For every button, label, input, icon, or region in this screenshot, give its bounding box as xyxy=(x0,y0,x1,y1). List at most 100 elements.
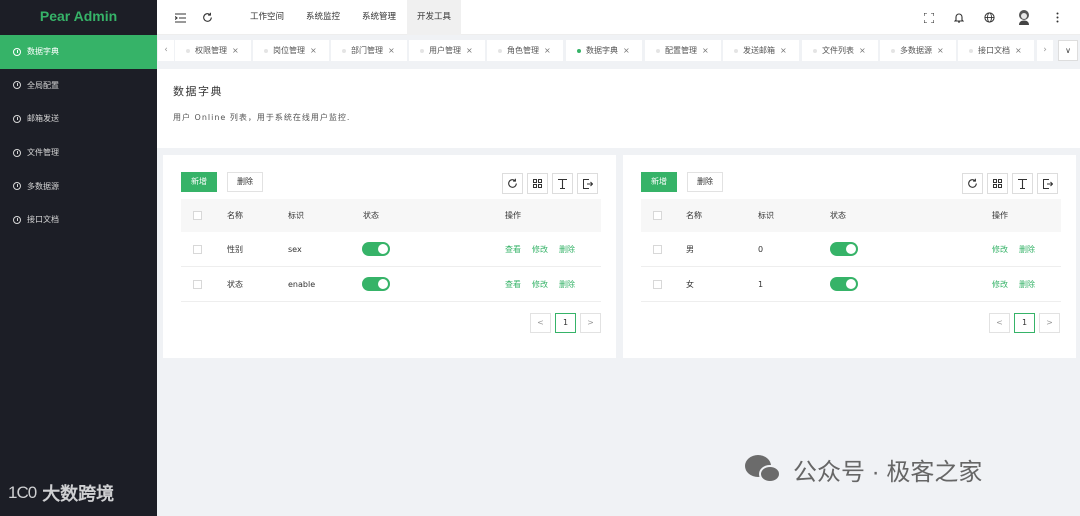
tab-label: 多数据源 xyxy=(900,46,932,55)
globe-icon[interactable] xyxy=(983,11,996,24)
close-icon[interactable]: × xyxy=(232,46,239,55)
tab-prev-button[interactable]: ‹ xyxy=(158,40,174,61)
page-prev-button[interactable]: < xyxy=(989,313,1010,333)
close-icon[interactable]: × xyxy=(1015,46,1022,55)
columns-icon[interactable] xyxy=(527,173,548,194)
table-row: 女 1 修改 删除 xyxy=(641,267,1061,302)
tab-label: 发送邮箱 xyxy=(743,46,775,55)
top-header: 工作空间 系统监控 系统管理 开发工具 xyxy=(157,0,1080,35)
tab-label: 岗位管理 xyxy=(273,46,305,55)
refresh-icon[interactable] xyxy=(201,11,214,24)
tab-role-management[interactable]: 角色管理 × xyxy=(487,40,563,61)
top-tab-dev-tools[interactable]: 开发工具 xyxy=(407,0,462,35)
edit-link[interactable]: 修改 xyxy=(992,279,1008,290)
row-name: 状态 xyxy=(227,279,243,289)
select-all-checkbox[interactable] xyxy=(193,211,202,220)
column-header: 标识 xyxy=(758,211,774,220)
tab-menu-button[interactable]: ∨ xyxy=(1058,40,1078,61)
close-icon[interactable]: × xyxy=(388,46,395,55)
delete-link[interactable]: 删除 xyxy=(1019,279,1035,290)
print-icon[interactable] xyxy=(1012,173,1033,194)
close-icon[interactable]: × xyxy=(780,46,787,55)
sidebar-item-label: 接口文档 xyxy=(27,215,59,225)
sidebar-item-mail-send[interactable]: 邮箱发送 xyxy=(0,102,157,136)
close-icon[interactable]: × xyxy=(544,46,551,55)
avatar[interactable] xyxy=(1016,9,1032,25)
tab-file-list[interactable]: 文件列表 × xyxy=(802,40,878,61)
page-number-button[interactable]: 1 xyxy=(555,313,576,333)
sidebar-item-file-management[interactable]: 文件管理 xyxy=(0,136,157,170)
edit-link[interactable]: 修改 xyxy=(992,244,1008,255)
tab-department-management[interactable]: 部门管理 × xyxy=(331,40,407,61)
tab-label: 接口文档 xyxy=(978,46,1010,55)
row-key: 1 xyxy=(758,279,764,289)
export-icon[interactable] xyxy=(1037,173,1058,194)
page-prev-button[interactable]: < xyxy=(530,313,551,333)
close-icon[interactable]: × xyxy=(859,46,866,55)
more-icon[interactable] xyxy=(1051,11,1064,24)
select-all-checkbox[interactable] xyxy=(653,211,662,220)
print-icon[interactable] xyxy=(552,173,573,194)
delete-button[interactable]: 删除 xyxy=(227,172,263,192)
row-checkbox[interactable] xyxy=(653,244,662,254)
export-icon[interactable] xyxy=(577,173,598,194)
close-icon[interactable]: × xyxy=(702,46,709,55)
tab-dot xyxy=(186,48,190,53)
tab-permission-management[interactable]: 权限管理 × xyxy=(175,40,251,61)
tab-api-docs[interactable]: 接口文档 × xyxy=(958,40,1034,61)
delete-link[interactable]: 删除 xyxy=(559,244,575,255)
page-title: 数据字典 xyxy=(173,85,223,98)
tab-data-dictionary[interactable]: 数据字典 × xyxy=(566,40,642,61)
page-number-button[interactable]: 1 xyxy=(1014,313,1035,333)
tab-config-management[interactable]: 配置管理 × xyxy=(645,40,721,61)
row-name: 女 xyxy=(686,279,694,289)
top-tab-workspace[interactable]: 工作空间 xyxy=(242,0,292,35)
status-toggle[interactable] xyxy=(362,277,390,291)
column-header: 操作 xyxy=(505,211,521,220)
close-icon[interactable]: × xyxy=(623,46,630,55)
tab-multi-datasource[interactable]: 多数据源 × xyxy=(880,40,956,61)
bell-icon[interactable] xyxy=(952,11,965,24)
top-tab-system-management[interactable]: 系统管理 xyxy=(354,0,404,35)
fullscreen-icon[interactable] xyxy=(922,11,935,24)
refresh-icon[interactable] xyxy=(502,173,523,194)
view-link[interactable]: 查看 xyxy=(505,244,521,255)
tab-dot xyxy=(734,48,738,53)
tab-next-button[interactable]: › xyxy=(1037,40,1053,61)
row-key: 0 xyxy=(758,244,764,254)
row-checkbox[interactable] xyxy=(653,279,662,289)
tab-user-management[interactable]: 用户管理 × xyxy=(409,40,485,61)
edit-link[interactable]: 修改 xyxy=(532,244,548,255)
close-icon[interactable]: × xyxy=(937,46,944,55)
sidebar-item-api-docs[interactable]: 接口文档 xyxy=(0,203,157,237)
close-icon[interactable]: × xyxy=(466,46,473,55)
row-checkbox[interactable] xyxy=(193,279,202,289)
row-checkbox[interactable] xyxy=(193,244,202,254)
sidebar-item-data-dictionary[interactable]: 数据字典 xyxy=(0,35,157,69)
tab-label: 角色管理 xyxy=(507,46,539,55)
close-icon[interactable]: × xyxy=(310,46,317,55)
status-toggle[interactable] xyxy=(830,277,858,291)
menu-fold-icon[interactable] xyxy=(174,11,187,24)
add-button[interactable]: 新增 xyxy=(181,172,217,192)
sidebar-item-global-config[interactable]: 全局配置 xyxy=(0,69,157,103)
columns-icon[interactable] xyxy=(987,173,1008,194)
tab-send-mail[interactable]: 发送邮箱 × xyxy=(723,40,799,61)
table-header: 名称 标识 状态 操作 xyxy=(181,199,601,232)
tab-position-management[interactable]: 岗位管理 × xyxy=(253,40,329,61)
column-header: 状态 xyxy=(830,211,846,220)
top-tab-system-monitor[interactable]: 系统监控 xyxy=(298,0,348,35)
status-toggle[interactable] xyxy=(830,242,858,256)
delete-link[interactable]: 删除 xyxy=(559,279,575,290)
status-toggle[interactable] xyxy=(362,242,390,256)
sidebar-item-multi-datasource[interactable]: 多数据源 xyxy=(0,169,157,203)
page-next-button[interactable]: > xyxy=(1039,313,1060,333)
add-button[interactable]: 新增 xyxy=(641,172,677,192)
edit-link[interactable]: 修改 xyxy=(532,279,548,290)
delete-button[interactable]: 删除 xyxy=(687,172,723,192)
view-link[interactable]: 查看 xyxy=(505,279,521,290)
page-next-button[interactable]: > xyxy=(580,313,601,333)
wechat-icon xyxy=(745,454,783,485)
delete-link[interactable]: 删除 xyxy=(1019,244,1035,255)
refresh-icon[interactable] xyxy=(962,173,983,194)
